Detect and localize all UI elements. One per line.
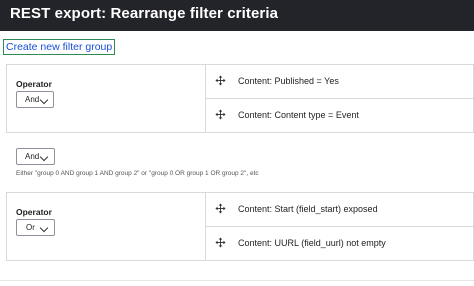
create-filter-group-link[interactable]: Create new filter group <box>3 39 116 55</box>
chevron-down-icon <box>39 223 49 233</box>
group-operator-hint: Either "group 0 AND group 1 AND group 2"… <box>16 170 259 177</box>
operator-select[interactable]: Or <box>16 219 55 236</box>
operator-label: Operator <box>16 79 52 89</box>
group-operator-select-value: And <box>25 152 40 161</box>
chevron-down-icon <box>39 152 49 162</box>
drag-handle-icon[interactable] <box>215 203 226 214</box>
dialog-titlebar: REST export: Rearrange filter criteria <box>0 0 474 31</box>
operator-cell: Operator And <box>7 65 206 132</box>
rearrange-filter-dialog: REST export: Rearrange filter criteria C… <box>0 0 474 286</box>
filter-label: Content: Start (field_start) exposed <box>238 204 378 214</box>
group-operator-select[interactable]: And <box>16 148 55 165</box>
drag-handle-icon[interactable] <box>215 237 226 248</box>
drag-handle-icon[interactable] <box>215 75 226 86</box>
operator-select-value: And <box>25 95 40 104</box>
operator-select[interactable]: And <box>16 91 54 108</box>
filter-row: Content: UURL (field_uurl) not empty <box>206 227 474 261</box>
filter-label: Content: Content type = Event <box>238 110 359 120</box>
filter-label: Content: UURL (field_uurl) not empty <box>238 238 386 248</box>
filter-group-1: Operator Or Content: Start (field_start)… <box>6 192 474 261</box>
dialog-title: REST export: Rearrange filter criteria <box>10 5 279 22</box>
filter-row: Content: Content type = Event <box>206 99 474 133</box>
filter-group-0: Operator And Content: Published = Yes Co… <box>6 64 474 133</box>
operator-label: Operator <box>16 207 52 217</box>
chevron-down-icon <box>39 95 49 105</box>
filter-row: Content: Start (field_start) exposed <box>206 193 474 227</box>
operator-select-value: Or <box>26 223 35 232</box>
dialog-content: Create new filter group Operator And Con… <box>0 31 474 286</box>
drag-handle-icon[interactable] <box>215 109 226 120</box>
divider <box>0 280 474 281</box>
filter-label: Content: Published = Yes <box>238 76 339 86</box>
operator-cell: Operator Or <box>7 193 206 260</box>
filter-row: Content: Published = Yes <box>206 65 474 99</box>
